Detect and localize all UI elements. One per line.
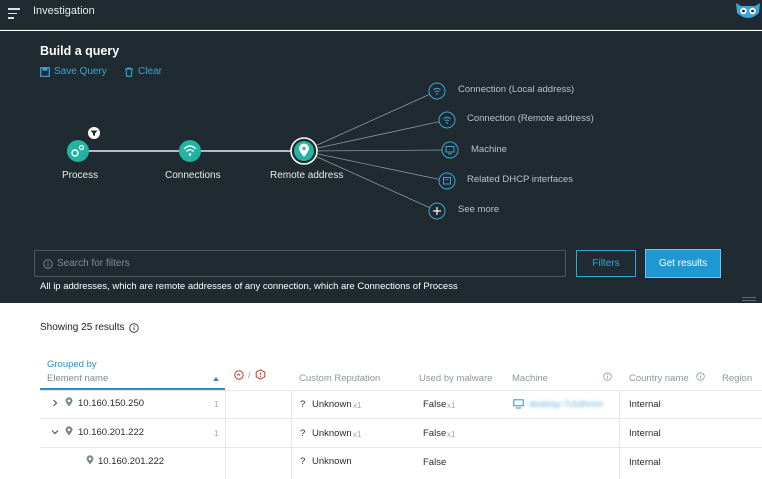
- machine-icon: [513, 399, 524, 409]
- info-icon: [43, 259, 53, 269]
- location-pin-icon: [65, 397, 73, 407]
- reputation-unknown-icon: ?: [300, 428, 306, 439]
- app-title: Investigation: [33, 5, 95, 17]
- info-icon[interactable]: [603, 372, 612, 381]
- query-builder: Build a query Save Query Clear Process C…: [0, 31, 762, 303]
- row-malware-count: x1: [447, 401, 456, 410]
- chevron-down-icon[interactable]: [51, 428, 59, 436]
- row-reputation-count: x1: [353, 430, 362, 439]
- group-column-header[interactable]: Element name: [47, 373, 108, 384]
- remote-address-node[interactable]: [290, 137, 318, 165]
- location-pin-icon: [65, 426, 73, 436]
- location-pin-icon: [86, 455, 94, 465]
- row-reputation-count: x1: [353, 401, 362, 410]
- column-machine[interactable]: Machine: [512, 373, 548, 384]
- resize-handle[interactable]: [742, 297, 756, 303]
- malop-icon: [255, 369, 265, 380]
- filter-badge-icon[interactable]: [88, 127, 100, 139]
- search-placeholder: Search for filters: [57, 258, 130, 269]
- column-used-by-malware[interactable]: Used by malware: [419, 373, 492, 384]
- menu-icon[interactable]: [8, 8, 20, 20]
- row-reputation: Unknown: [312, 428, 352, 439]
- row-reputation: Unknown: [312, 456, 352, 467]
- node-label-connections: Connections: [165, 170, 221, 181]
- row-count: 1: [214, 429, 219, 438]
- row-count: 1: [214, 400, 219, 409]
- row-malware: False: [423, 399, 447, 410]
- search-filters-input[interactable]: Search for filters: [34, 250, 566, 277]
- grouped-by-label[interactable]: Grouped by: [47, 359, 97, 370]
- malware-separator: /: [248, 369, 251, 380]
- query-description: All ip addresses, which are remote addre…: [40, 281, 458, 292]
- see-more-target-icon[interactable]: [428, 202, 446, 220]
- row-country: Internal: [629, 428, 661, 439]
- sort-ascending-icon[interactable]: [213, 377, 219, 381]
- reputation-unknown-icon: ?: [300, 456, 306, 467]
- local-address-target-icon[interactable]: [428, 82, 446, 100]
- node-label-process: Process: [62, 170, 99, 181]
- row-malware: False: [423, 428, 447, 439]
- row-malware: False: [423, 457, 447, 468]
- top-bar: Investigation: [0, 0, 762, 30]
- row-country: Internal: [629, 457, 661, 468]
- info-icon[interactable]: [128, 322, 139, 333]
- row-element-name[interactable]: 10.160.201.222: [78, 427, 144, 438]
- info-icon[interactable]: [696, 372, 705, 381]
- remote-connection-target-icon[interactable]: [438, 111, 456, 129]
- row-element-name[interactable]: 10.160.201.222: [98, 456, 164, 467]
- chevron-right-icon[interactable]: [51, 399, 59, 407]
- connections-node[interactable]: [179, 140, 201, 162]
- suspicion-icon: [234, 369, 244, 380]
- row-reputation: Unknown: [312, 399, 352, 410]
- target-label-remote-address[interactable]: Connection (Remote address): [467, 113, 594, 124]
- column-region[interactable]: Region: [722, 373, 752, 384]
- results-count: Showing 25 results: [40, 322, 139, 333]
- process-node[interactable]: [67, 140, 89, 162]
- target-label-see-more[interactable]: See more: [458, 204, 499, 215]
- owl-logo-icon: [736, 3, 760, 18]
- reputation-unknown-icon: ?: [300, 399, 306, 410]
- dhcp-target-icon[interactable]: [438, 172, 456, 190]
- filters-button[interactable]: Filters: [576, 250, 636, 277]
- results-count-label: Showing 25 results: [40, 322, 125, 333]
- column-custom-reputation[interactable]: Custom Reputation: [299, 373, 380, 384]
- get-results-button[interactable]: Get results: [645, 249, 721, 278]
- row-element-name[interactable]: 10.160.150.250: [78, 398, 144, 409]
- row-machine-link[interactable]: desktop-7c6dhmm: [529, 399, 603, 409]
- column-country-name[interactable]: Country name: [629, 373, 689, 384]
- target-label-machine[interactable]: Machine: [471, 144, 507, 155]
- node-label-remote-address: Remote address: [270, 170, 344, 181]
- machine-target-icon[interactable]: [441, 141, 459, 159]
- row-malware-count: x1: [447, 430, 456, 439]
- target-label-dhcp[interactable]: Related DHCP interfaces: [467, 174, 573, 185]
- malware-column-header[interactable]: /: [234, 369, 266, 380]
- row-country: Internal: [629, 399, 661, 410]
- target-label-local-address[interactable]: Connection (Local address): [458, 84, 574, 95]
